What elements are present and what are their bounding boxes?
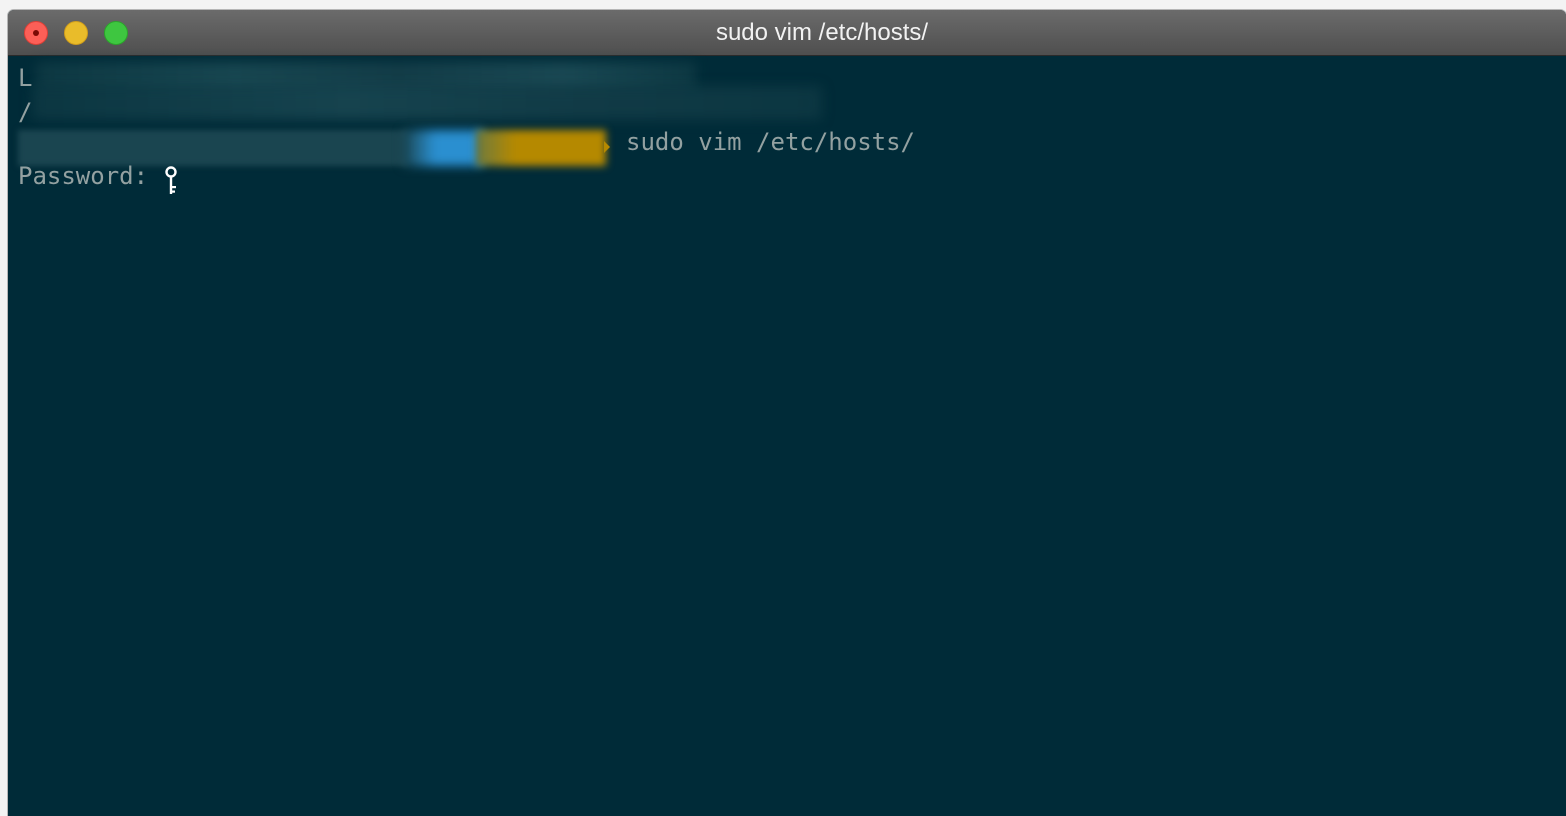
line-1-char: L: [18, 64, 33, 92]
window-title: sudo vim /etc/hosts/: [715, 19, 929, 46]
title-bar[interactable]: sudo vim /etc/hosts/: [8, 10, 1566, 56]
line-2-char: /: [18, 98, 33, 126]
key-icon: [165, 166, 177, 194]
prompt-segment-yellow: [476, 130, 606, 166]
prompt-segment-redacted: [18, 130, 408, 166]
terminal-body[interactable]: L / sudo vim /etc/hosts/ Password:: [8, 56, 1566, 816]
redacted-line-2: [32, 86, 822, 120]
command-text: sudo vim /etc/hosts/: [626, 128, 915, 156]
prompt-arrow-icon: [604, 141, 610, 153]
password-prompt: Password:: [18, 162, 149, 190]
prompt-segment-blue: [403, 130, 483, 166]
terminal-window: sudo vim /etc/hosts/ L / sudo vim /etc/h…: [8, 10, 1566, 816]
